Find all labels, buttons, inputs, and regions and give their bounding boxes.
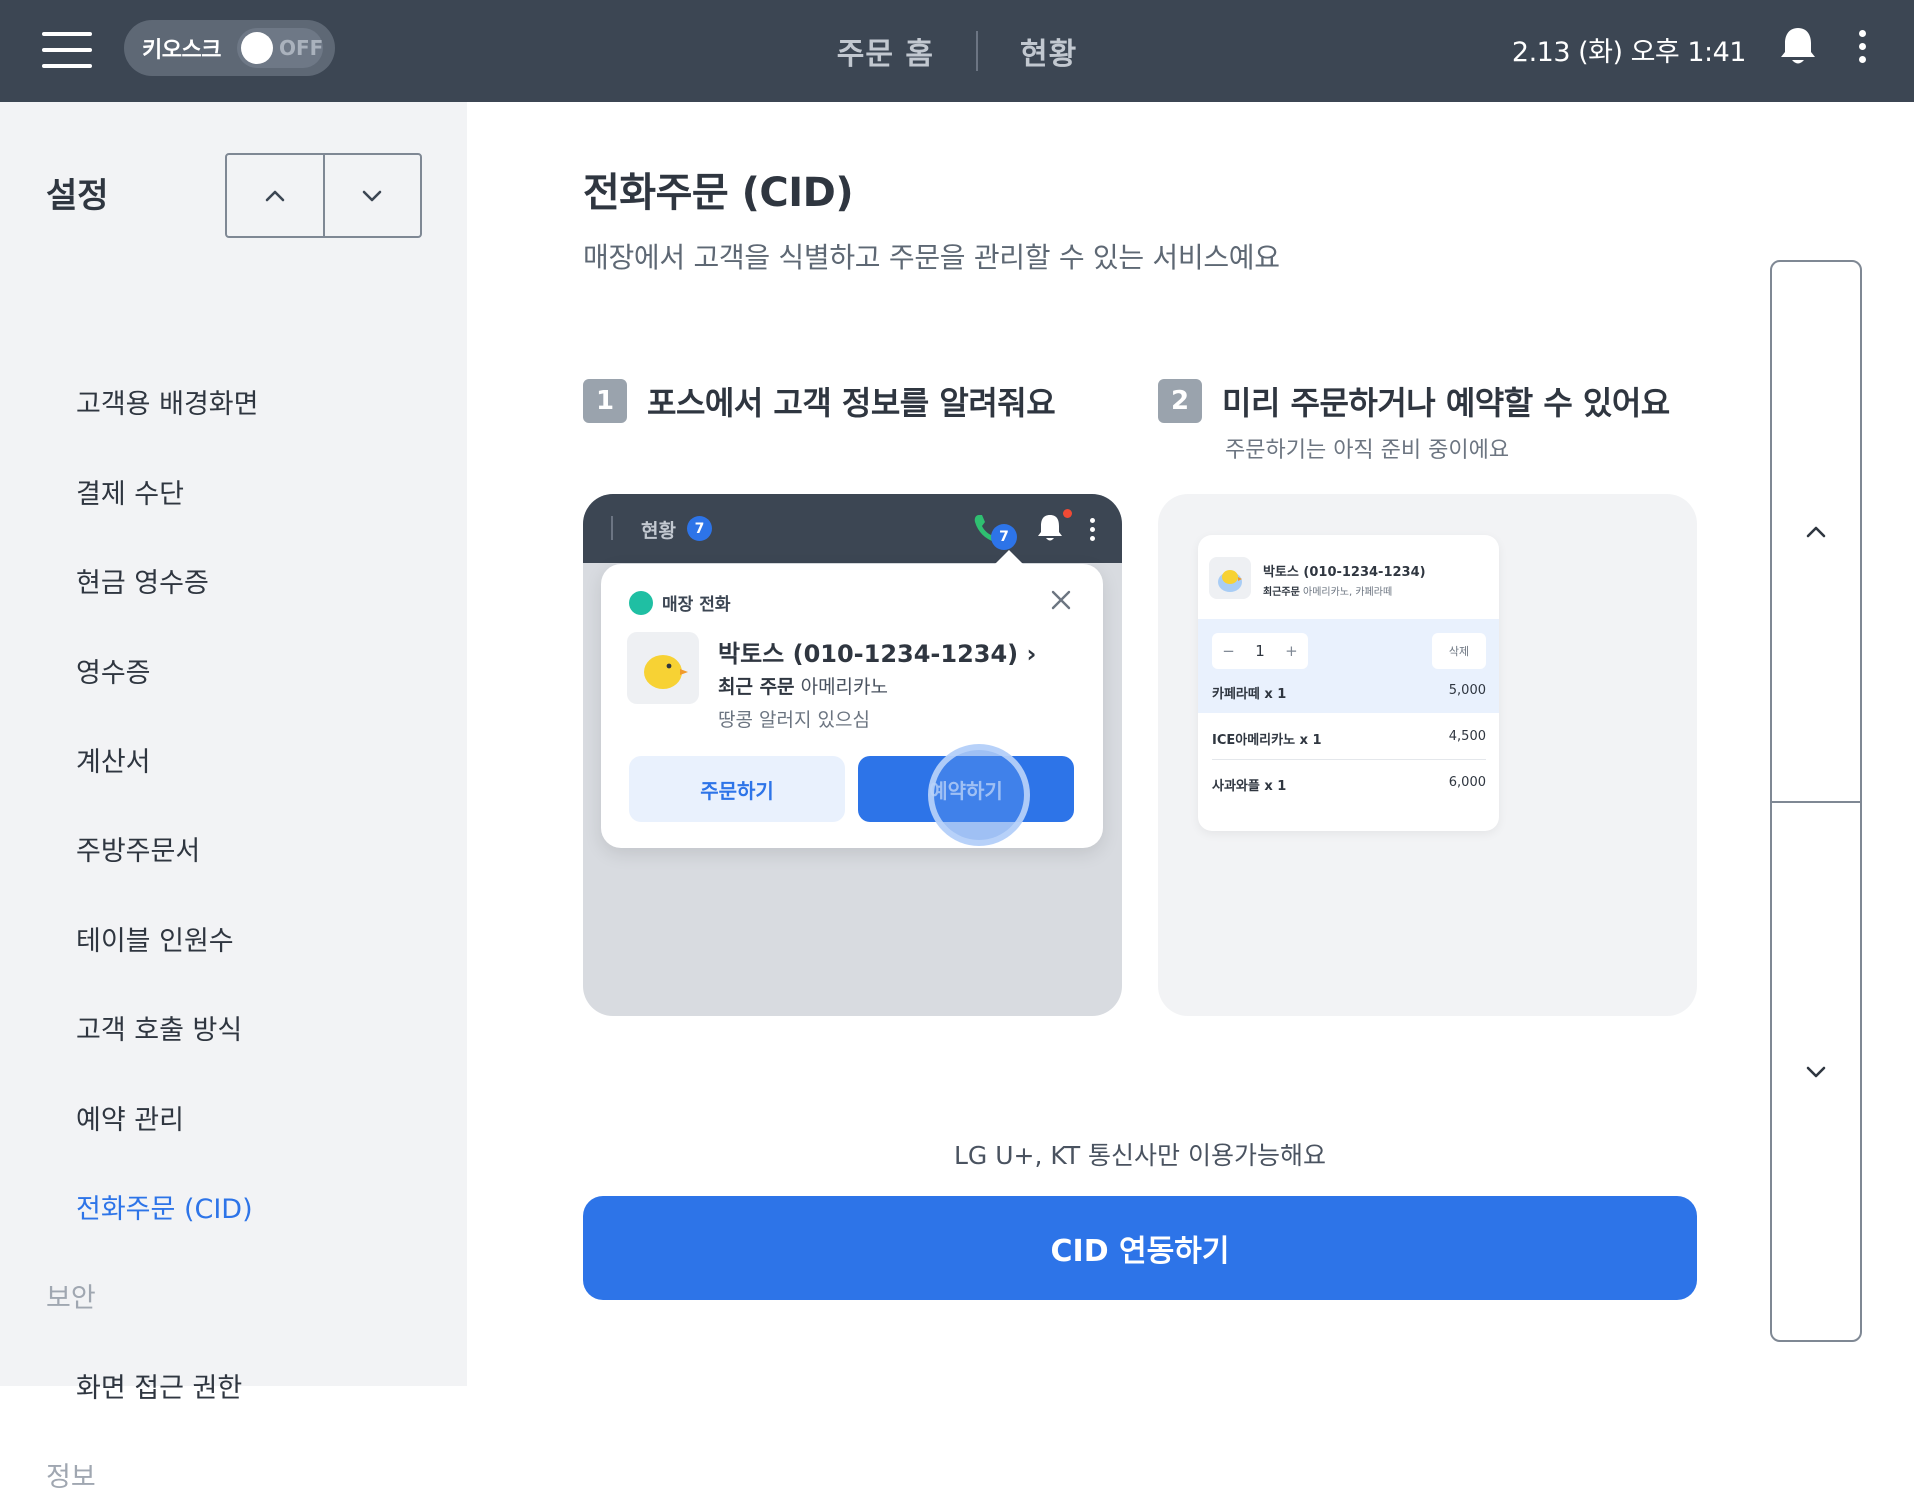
order-item-price: 6,000 bbox=[1448, 775, 1486, 790]
chevron-up-icon bbox=[265, 190, 285, 201]
step-2-subtext: 주문하기는 아직 준비 중이에요 bbox=[1225, 438, 1510, 463]
sidebar-scroll-stepper bbox=[225, 153, 422, 238]
minus-icon[interactable]: − bbox=[1222, 642, 1235, 660]
store-call-icon bbox=[629, 590, 653, 615]
call-popup: 매장 전화 박토스 (010-1234-1234) › 최근 주문 아메리카노 … bbox=[601, 550, 1103, 848]
sidebar-item-receipt[interactable]: 영수증 bbox=[76, 651, 151, 690]
kiosk-label: 키오스크 bbox=[142, 38, 221, 63]
datetime: 2.13 (화) 오후 1:41 bbox=[1511, 37, 1747, 68]
kiosk-state: OFF bbox=[279, 36, 324, 60]
plus-icon[interactable]: + bbox=[1285, 642, 1298, 660]
sidebar: 설정 고객용 배경화면 결제 수단 현금 영수증 영수증 계산서 주방주문서 테… bbox=[0, 102, 467, 1493]
page-description: 매장에서 고객을 식별하고 주문을 관리할 수 있는 서비스예요 bbox=[583, 241, 1280, 274]
step-2-heading: 2 미리 주문하거나 예약할 수 있어요 bbox=[1158, 378, 1670, 424]
preorder-customer-name: 박토스 (010-1234-1234) bbox=[1263, 565, 1426, 580]
popup-order-button[interactable]: 주문하기 bbox=[629, 756, 845, 822]
order-item-name: 사과와플 x 1 bbox=[1212, 779, 1287, 794]
recent-order-value: 아메리카노 bbox=[800, 676, 888, 698]
popup-pointer bbox=[993, 550, 1025, 566]
order-item-name: 카페라떼 x 1 bbox=[1212, 687, 1287, 702]
recent-order-label: 최근 주문 bbox=[718, 676, 795, 698]
top-bar: 키오스크 OFF 주문 홈 현황 2.13 (화) 오후 1:41 bbox=[0, 0, 1914, 102]
sidebar-item-customer-background[interactable]: 고객용 배경화면 bbox=[76, 382, 258, 421]
order-item-name: ICE아메리카노 x 1 bbox=[1212, 733, 1322, 748]
chevron-down-icon bbox=[362, 190, 382, 201]
chick-avatar-icon bbox=[1218, 570, 1242, 592]
bell-icon[interactable] bbox=[1778, 24, 1818, 68]
kiosk-toggle-pill[interactable]: 키오스크 OFF bbox=[124, 20, 335, 76]
preorder-recent-value: 아메리카노, 카페라떼 bbox=[1303, 587, 1393, 598]
chick-avatar-icon bbox=[644, 655, 688, 689]
customer-avatar bbox=[627, 632, 699, 704]
nav-order-home[interactable]: 주문 홈 bbox=[795, 29, 976, 73]
page-title: 전화주문 (CID) bbox=[583, 170, 854, 216]
notification-dot bbox=[1063, 509, 1072, 518]
row-divider bbox=[1212, 759, 1486, 760]
caller-note: 땅콩 알러지 있으심 bbox=[718, 709, 870, 731]
chevron-down-icon bbox=[1806, 1066, 1826, 1077]
order-item-price: 5,000 bbox=[1448, 683, 1486, 698]
step-1-number: 1 bbox=[583, 379, 627, 423]
mini-bar-divider bbox=[611, 516, 613, 540]
step-2-number: 2 bbox=[1158, 379, 1202, 423]
kebab-icon[interactable] bbox=[1856, 30, 1868, 66]
main-content: 전화주문 (CID) 매장에서 고객을 식별하고 주문을 관리할 수 있는 서비… bbox=[467, 102, 1914, 1386]
caller-name[interactable]: 박토스 (010-1234-1234) › bbox=[718, 634, 1036, 669]
popup-header-label: 매장 전화 bbox=[662, 595, 731, 615]
illustration-incoming-call: 현황 7 7 매장 전화 박토스 (010-1234-1234) › 최근 주문… bbox=[583, 494, 1122, 1016]
preorder-panel: 박토스 (010-1234-1234) 최근주문 아메리카노, 카페라떼 − 1… bbox=[1198, 535, 1499, 831]
step-2-text: 미리 주문하거나 예약할 수 있어요 bbox=[1222, 384, 1670, 422]
step-1-heading: 1 포스에서 고객 정보를 알려줘요 bbox=[583, 378, 1056, 424]
sidebar-scroll-down-button[interactable] bbox=[322, 155, 421, 236]
nav-status[interactable]: 현황 bbox=[978, 29, 1119, 73]
sidebar-item-cash-receipt[interactable]: 현금 영수증 bbox=[76, 561, 209, 600]
close-icon[interactable] bbox=[1049, 588, 1073, 612]
kiosk-switch[interactable]: OFF bbox=[237, 28, 323, 68]
illustration-preorder: 박토스 (010-1234-1234) 최근주문 아메리카노, 카페라떼 − 1… bbox=[1158, 494, 1697, 1016]
caller-recent-order: 최근 주문 아메리카노 bbox=[718, 672, 888, 699]
order-row: ICE아메리카노 x 1 4,500 bbox=[1212, 729, 1486, 748]
mini-bar-status-badge: 7 bbox=[687, 516, 712, 541]
delete-item-button[interactable]: 삭제 bbox=[1432, 633, 1486, 669]
page-scroll-control bbox=[1770, 260, 1862, 1342]
sidebar-title: 설정 bbox=[46, 176, 109, 216]
order-item-price: 4,500 bbox=[1448, 729, 1486, 744]
sidebar-item-cid[interactable]: 전화주문 (CID) bbox=[76, 1187, 253, 1226]
mini-bar-call-badge: 7 bbox=[991, 524, 1017, 550]
preorder-recent-order: 최근주문 아메리카노, 카페라떼 bbox=[1263, 583, 1392, 598]
carrier-note: LG U+, KT 통신사만 이용가능해요 bbox=[953, 1141, 1326, 1170]
sidebar-scroll-up-button[interactable] bbox=[227, 155, 323, 236]
sidebar-item-reservation[interactable]: 예약 관리 bbox=[76, 1098, 184, 1137]
kiosk-switch-knob bbox=[241, 32, 273, 64]
bell-icon bbox=[1038, 515, 1062, 541]
preorder-recent-label: 최근주문 bbox=[1263, 587, 1300, 598]
sidebar-item-table-guests[interactable]: 테이블 인원수 bbox=[76, 919, 234, 958]
order-row: 사과와플 x 1 6,000 bbox=[1212, 775, 1486, 794]
customer-avatar bbox=[1209, 557, 1251, 599]
page-scroll-up-button[interactable] bbox=[1772, 262, 1860, 801]
sidebar-item-kitchen-order[interactable]: 주방주문서 bbox=[76, 829, 200, 868]
step-1-text: 포스에서 고객 정보를 알려줘요 bbox=[647, 384, 1056, 422]
quantity-value: 1 bbox=[1255, 642, 1265, 660]
sidebar-item-invoice[interactable]: 계산서 bbox=[76, 740, 151, 779]
page-scroll-down-button[interactable] bbox=[1772, 801, 1860, 1340]
mini-bar-status-label: 현황 bbox=[641, 520, 676, 542]
quantity-stepper: − 1 + bbox=[1212, 633, 1308, 669]
popup-header: 매장 전화 bbox=[629, 590, 730, 615]
cid-connect-button[interactable]: CID 연동하기 bbox=[583, 1196, 1697, 1300]
mini-top-bar: 현황 7 7 bbox=[583, 494, 1122, 563]
sidebar-item-payment-method[interactable]: 결제 수단 bbox=[76, 472, 184, 511]
popup-reserve-button[interactable]: 예약하기 bbox=[858, 756, 1074, 822]
sidebar-item-customer-call[interactable]: 고객 호출 방식 bbox=[76, 1008, 242, 1047]
order-row: 카페라떼 x 1 5,000 bbox=[1212, 683, 1486, 702]
chevron-up-icon bbox=[1806, 526, 1826, 537]
sidebar-section-info: 정보 bbox=[46, 1462, 96, 1493]
hamburger-icon[interactable] bbox=[42, 32, 92, 68]
kebab-icon bbox=[1088, 518, 1096, 542]
sidebar-section-security: 보안 bbox=[46, 1283, 96, 1314]
